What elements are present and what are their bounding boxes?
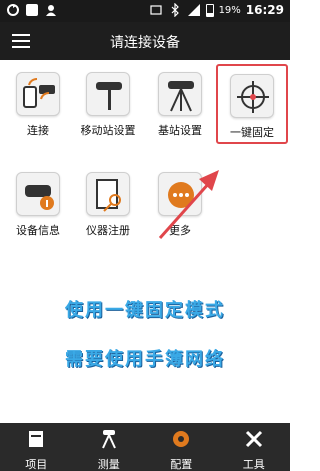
- nav-tools[interactable]: 工具: [218, 423, 291, 471]
- tile-label: 仪器注册: [86, 224, 130, 237]
- battery-icon: [205, 3, 214, 17]
- tile-rover-settings[interactable]: 移动站设置: [72, 60, 144, 144]
- rover-icon: [86, 72, 130, 116]
- tile-one-key-fix[interactable]: 一键固定: [216, 64, 288, 144]
- tile-label: 更多: [169, 224, 191, 237]
- tile-label: 设备信息: [16, 224, 60, 237]
- nav-label: 项目: [25, 458, 48, 471]
- tile-connect[interactable]: 连接: [2, 60, 74, 144]
- gear-icon: [173, 431, 190, 447]
- connect-icon: [16, 72, 60, 116]
- tile-instrument-registration[interactable]: 仪器注册: [72, 160, 144, 244]
- nav-config[interactable]: 配置: [145, 423, 218, 471]
- tile-label: 移动站设置: [80, 124, 136, 137]
- promo-line-1: 使用一键固定模式: [65, 300, 225, 321]
- base-station-icon: [158, 72, 202, 116]
- status-bar: 19% 16:29: [0, 0, 290, 22]
- promo-line-2: 需要使用手簿网络: [65, 349, 225, 370]
- cast-icon: [149, 5, 162, 15]
- tile-base-settings[interactable]: 基站设置: [144, 60, 216, 144]
- nav-label: 工具: [242, 458, 265, 471]
- tile-label: 连接: [27, 124, 49, 137]
- bluetooth-icon: [171, 3, 179, 17]
- crosshair-icon: [230, 74, 274, 118]
- nav-label: 配置: [170, 458, 193, 471]
- tile-label: 一键固定: [230, 126, 274, 139]
- app-bar: 请连接设备: [0, 22, 290, 60]
- nav-survey[interactable]: 测量: [73, 423, 146, 471]
- registration-key-icon: [86, 172, 130, 216]
- bottom-nav: 项目 测量 配置 工具: [0, 423, 290, 471]
- device-info-icon: [16, 172, 60, 216]
- account-icon: [46, 5, 56, 16]
- nav-label: 测量: [97, 458, 120, 471]
- page-title: 请连接设备: [110, 35, 180, 51]
- tile-more[interactable]: 更多: [144, 160, 216, 244]
- notification-square-icon: [26, 4, 38, 16]
- clock: 16:29: [245, 3, 284, 17]
- more-icon: [158, 172, 202, 216]
- tools-icon: [245, 430, 262, 448]
- signal-icon: [187, 4, 200, 16]
- tile-device-info[interactable]: 设备信息: [2, 160, 74, 244]
- project-icon: [29, 431, 44, 447]
- sync-icon: [7, 4, 19, 16]
- tile-label: 基站设置: [158, 124, 202, 137]
- battery-level: 19%: [218, 4, 241, 16]
- nav-project[interactable]: 项目: [0, 423, 73, 471]
- survey-icon: [101, 430, 116, 449]
